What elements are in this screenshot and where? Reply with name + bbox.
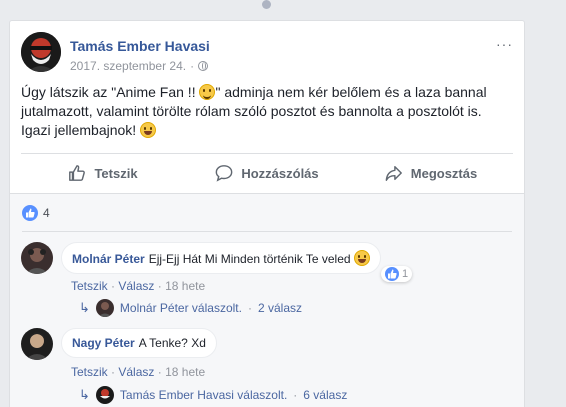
- post-author-name[interactable]: Tamás Ember Havasi: [70, 38, 210, 54]
- reply-count-text: 6 válasz: [303, 388, 348, 402]
- divider: [22, 231, 512, 232]
- comment-time[interactable]: 18 hete: [165, 365, 205, 379]
- comment-time[interactable]: 18 hete: [165, 279, 205, 293]
- post-text-part1: Úgy látszik az "Anime Fan !!: [21, 84, 200, 100]
- reply-arrow-icon: ↳: [79, 387, 90, 402]
- smile-emoji-icon: [199, 84, 216, 100]
- commenter-avatar[interactable]: [21, 242, 53, 274]
- comments-section: 4 Molnár Péter Ejj-Ejj Hát Mi Minden tört…: [10, 193, 524, 407]
- comment-text: Ejj-Ejj Hát Mi Minden történik Te veled: [148, 252, 354, 266]
- comment-button-label: Hozzászólás: [241, 165, 319, 181]
- post-actions: Tetszik Hozzászólás Megosztás: [21, 154, 513, 192]
- comment-button[interactable]: Hozzászólás: [185, 154, 349, 192]
- commenter-name[interactable]: Nagy Péter: [72, 336, 135, 350]
- comment-like-count[interactable]: 1: [381, 266, 413, 282]
- reactions-count: 4: [43, 206, 50, 220]
- replies-link[interactable]: ↳ Tamás Ember Havasi válaszolt. · 6 vála…: [79, 386, 347, 404]
- post-text: Úgy látszik az "Anime Fan !! " adminja n…: [21, 83, 511, 140]
- replies-link[interactable]: ↳ Molnár Péter válaszolt. · 2 válasz: [79, 299, 302, 317]
- reply-author-text: Molnár Péter válaszolt.: [119, 301, 242, 315]
- thumbs-up-icon: [69, 165, 86, 181]
- comment-bubble: Nagy Péter A Tenke? Xd: [61, 328, 217, 358]
- more-options-icon[interactable]: ···: [496, 36, 513, 52]
- commenter-name[interactable]: Molnár Péter: [72, 252, 145, 266]
- post-date[interactable]: 2017. szeptember 24.: [70, 59, 186, 73]
- commenter-avatar[interactable]: [21, 328, 53, 360]
- reply-count-text: 2 válasz: [257, 301, 302, 315]
- comment-icon: [215, 165, 233, 182]
- comment-like-link[interactable]: Tetszik: [71, 365, 108, 379]
- laugh-emoji-icon: [353, 250, 370, 266]
- laugh-emoji-icon: [140, 122, 157, 138]
- like-reaction-icon: [385, 267, 399, 281]
- share-button[interactable]: Megosztás: [349, 154, 513, 192]
- comment-item: Nagy Péter A Tenke? Xd Tetszik · Válasz ·…: [21, 328, 521, 407]
- comment-reply-link[interactable]: Válasz: [118, 365, 154, 379]
- comment-like-link[interactable]: Tetszik: [71, 279, 108, 293]
- comment-text: A Tenke? Xd: [138, 336, 206, 350]
- avatar-image: [21, 328, 53, 360]
- post-meta: 2017. szeptember 24. ·: [70, 59, 209, 73]
- avatar-image: [21, 32, 61, 72]
- author-avatar[interactable]: [21, 32, 61, 72]
- like-button-label: Tetszik: [94, 165, 138, 181]
- reply-arrow-icon: ↳: [79, 300, 90, 315]
- timeline-dot: [262, 0, 271, 9]
- reply-avatar: [95, 386, 114, 404]
- post-card: Tamás Ember Havasi 2017. szeptember 24. …: [9, 20, 525, 407]
- reactions-summary[interactable]: 4: [22, 205, 50, 221]
- like-reaction-icon: [22, 205, 38, 221]
- reply-author-text: Tamás Ember Havasi válaszolt.: [119, 388, 288, 402]
- comment-actions: Tetszik · Válasz · 18 hete: [71, 279, 206, 293]
- globe-icon: [198, 61, 209, 71]
- avatar-image: [21, 242, 53, 274]
- post-header: Tamás Ember Havasi 2017. szeptember 24. …: [21, 32, 513, 76]
- share-button-label: Megosztás: [410, 165, 478, 181]
- like-button[interactable]: Tetszik: [21, 154, 185, 192]
- share-icon: [385, 165, 402, 181]
- comment-bubble: Molnár Péter Ejj-Ejj Hát Mi Minden történ…: [61, 242, 381, 274]
- reply-avatar: [95, 299, 114, 317]
- comment-actions: Tetszik · Válasz · 18 hete: [71, 365, 206, 379]
- comment-item: Molnár Péter Ejj-Ejj Hát Mi Minden történ…: [21, 242, 521, 332]
- comment-reply-link[interactable]: Válasz: [118, 279, 154, 293]
- like-count: 1: [402, 268, 409, 280]
